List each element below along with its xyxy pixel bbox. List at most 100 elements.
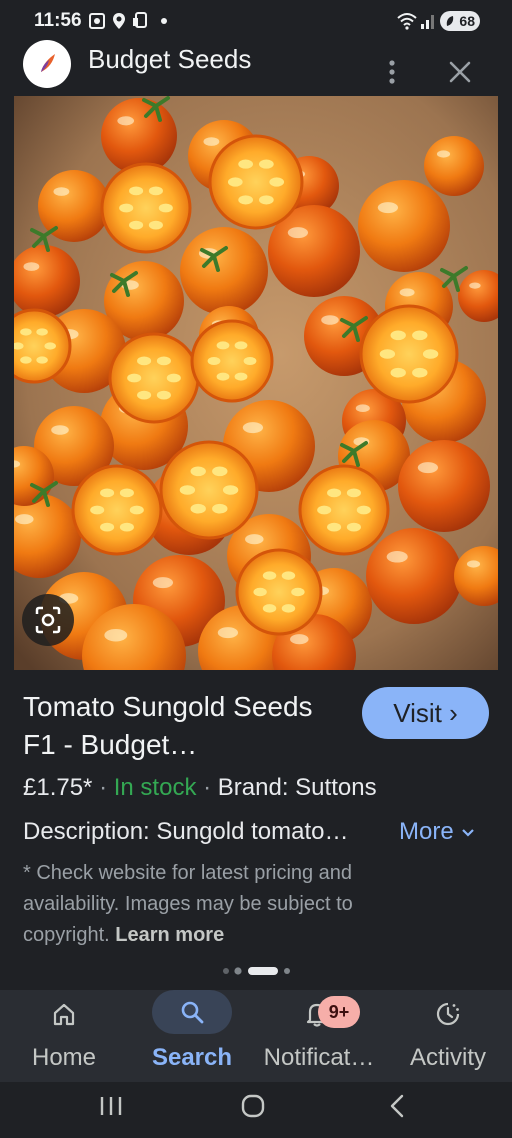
- tomato-seed: [137, 390, 152, 400]
- tomato-seed: [258, 159, 274, 169]
- page-dot[interactable]: [234, 967, 242, 975]
- whole-tomato: [180, 227, 268, 315]
- tomato-highlight: [117, 116, 135, 126]
- tomato-seed: [422, 349, 439, 359]
- price-line: £1.75* · In stock · Brand: Suttons: [23, 774, 377, 802]
- tomato-seed: [262, 571, 277, 580]
- carousel-page-dots: [223, 967, 290, 975]
- halved-tomato: [100, 162, 192, 254]
- tomato-highlight: [469, 282, 481, 289]
- tomato-seed: [356, 505, 371, 515]
- battery-level: 68: [459, 13, 475, 29]
- tomato-seed: [90, 505, 105, 515]
- product-title[interactable]: Tomato Sungold Seeds F1 - Budget…: [23, 688, 343, 764]
- tomato-seed: [212, 503, 228, 514]
- more-button[interactable]: More: [399, 818, 476, 846]
- dot-icon: [161, 18, 167, 24]
- tomato-seed: [148, 220, 163, 230]
- page-dot[interactable]: [223, 968, 229, 974]
- nav-home[interactable]: Home: [20, 990, 108, 1082]
- tomato-seed: [253, 587, 267, 597]
- tomato-seed: [412, 367, 428, 378]
- signal-icon: [421, 15, 434, 29]
- tomato-seed: [207, 357, 221, 365]
- chevron-down-icon: [462, 828, 475, 837]
- page-dot-active[interactable]: [248, 967, 278, 975]
- lens-icon[interactable]: [22, 594, 74, 646]
- more-vert-icon[interactable]: [380, 58, 404, 86]
- tomato-seed: [100, 522, 115, 532]
- budget-seeds-logo-icon: [23, 40, 71, 88]
- tomato-highlight: [15, 514, 34, 525]
- tomato-seed: [119, 522, 134, 532]
- tomato-seed: [291, 587, 305, 597]
- close-icon[interactable]: [446, 58, 474, 86]
- tomato-seed: [156, 390, 171, 400]
- tomato-seed: [346, 488, 361, 498]
- tomato-seed: [36, 356, 48, 364]
- app-header: Budget Seeds: [0, 40, 512, 96]
- tomato-highlight: [203, 137, 220, 146]
- tomato-seed: [238, 195, 254, 205]
- nav-search-label: Search: [151, 1044, 233, 1071]
- tomato-highlight: [377, 202, 399, 214]
- battery-saver-icon: [446, 16, 454, 26]
- back-icon[interactable]: [386, 1093, 408, 1119]
- tomato-seed: [269, 177, 285, 187]
- system-navigation-bar: [0, 1082, 512, 1138]
- tomato-seed: [158, 203, 173, 213]
- tomato-seed: [258, 195, 274, 205]
- tomato-seed: [346, 522, 361, 532]
- recent-apps-icon[interactable]: [98, 1094, 124, 1118]
- activity-icon: [436, 1002, 460, 1026]
- screenshot-icon: [89, 13, 105, 29]
- product-image[interactable]: [14, 96, 498, 670]
- tomato-seed: [238, 159, 254, 169]
- halved-tomato: [71, 464, 163, 556]
- tomato-highlight: [23, 262, 40, 271]
- whole-tomato: [101, 98, 177, 174]
- tomato-seed: [148, 186, 163, 196]
- visit-button[interactable]: Visit ›: [362, 687, 489, 739]
- tomato-seed: [20, 328, 32, 336]
- tomato-seed: [317, 505, 332, 515]
- description-line: Description: Sungold tomato… More: [23, 818, 503, 846]
- page-dot[interactable]: [284, 968, 290, 974]
- home-button-icon[interactable]: [240, 1093, 266, 1119]
- tomato-seed: [243, 357, 257, 365]
- tomato-seed: [327, 488, 342, 498]
- description-text: Description: Sungold tomato…: [23, 818, 349, 845]
- learn-more-link[interactable]: Learn more: [115, 924, 224, 946]
- halved-tomato: [108, 332, 200, 424]
- tomato-seed: [190, 466, 206, 477]
- tomato-seed: [129, 220, 144, 230]
- screen: 11:56 68 Budget Seeds Tomato Sungold See…: [0, 0, 512, 1138]
- tomato-seed: [190, 503, 206, 514]
- nav-home-label: Home: [31, 1044, 97, 1071]
- price: £1.75*: [23, 774, 93, 801]
- halved-tomato: [159, 440, 259, 540]
- nav-activity[interactable]: Activity: [398, 990, 498, 1082]
- tomato-photo: [14, 96, 498, 670]
- tomato-seed: [127, 373, 142, 383]
- search-icon: [181, 1001, 204, 1024]
- tomato-seed: [412, 330, 428, 341]
- tomato-seed: [216, 341, 230, 350]
- nav-notifications-label: Notificat…: [263, 1044, 375, 1071]
- tomato-highlight: [53, 187, 70, 196]
- tomato-highlight: [436, 150, 451, 158]
- tomato-seed: [156, 356, 171, 366]
- tomato-seed: [166, 373, 181, 383]
- tomato-seed: [216, 372, 230, 381]
- tomato-seed: [119, 203, 134, 213]
- separator-dot: ·: [203, 774, 218, 801]
- tomato-seed: [222, 485, 239, 495]
- tomato-seed: [129, 186, 144, 196]
- notification-badge: 9+: [318, 996, 360, 1028]
- tomato-seed: [179, 485, 196, 495]
- whole-tomato: [398, 440, 490, 532]
- nav-search[interactable]: Search: [140, 990, 244, 1082]
- tomato-highlight: [466, 560, 481, 568]
- tomato-seed: [390, 330, 406, 341]
- bottom-navigation: Home Search Notificat… 9+ Activity: [0, 990, 512, 1082]
